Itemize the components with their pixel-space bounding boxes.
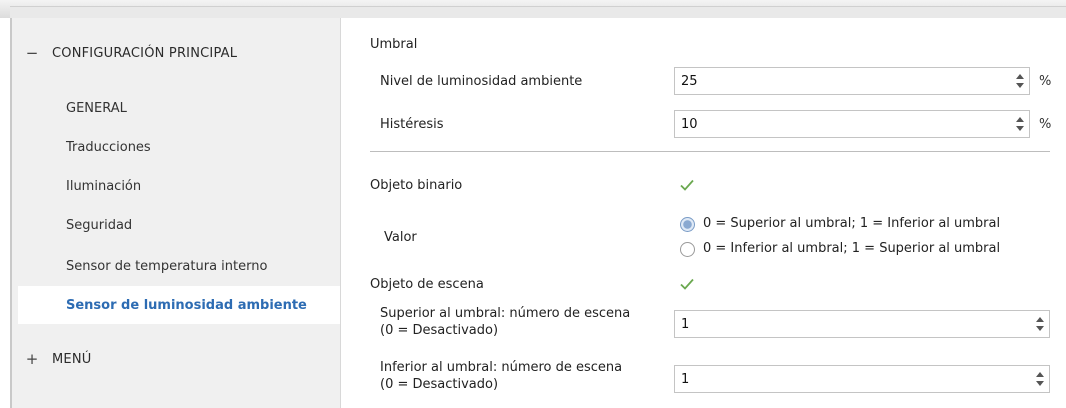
checkmark-icon [680, 278, 694, 290]
valor-option-1-label[interactable]: 0 = Superior al umbral; 1 = Inferior al … [703, 216, 1000, 231]
valor-label: Valor [384, 230, 417, 245]
sidebar-item-sensor-temperatura[interactable]: Sensor de temperatura interno [12, 247, 342, 285]
sidebar: − CONFIGURACIÓN PRINCIPAL GENERAL Traduc… [10, 18, 342, 408]
nivel-label: Nivel de luminosidad ambiente [380, 74, 583, 89]
spinner-icon[interactable] [1015, 115, 1025, 133]
sidebar-item-traducciones[interactable]: Traducciones [12, 128, 342, 166]
collapse-icon[interactable]: − [12, 44, 52, 62]
section-menu[interactable]: + MENÚ [12, 330, 342, 388]
objeto-binario-checkbox[interactable] [678, 176, 696, 194]
nivel-input[interactable]: 25 [674, 67, 1030, 95]
nivel-value: 25 [681, 74, 698, 89]
inferior-escena-input[interactable]: 1 [674, 365, 1050, 393]
sidebar-item-label: Iluminación [66, 178, 142, 194]
superior-escena-input[interactable]: 1 [674, 310, 1050, 338]
superior-label-line1: Superior al umbral: número de escena [380, 306, 631, 321]
histeresis-unit: % [1039, 117, 1052, 132]
inferior-escena-value: 1 [681, 372, 690, 387]
sidebar-item-seguridad[interactable]: Seguridad [12, 206, 342, 244]
histeresis-value: 10 [681, 117, 698, 132]
window-top-frame-inner [10, 6, 1066, 18]
superior-escena-value: 1 [681, 317, 690, 332]
sidebar-item-label: Sensor de luminosidad ambiente [66, 297, 307, 313]
valor-option-2-label[interactable]: 0 = Inferior al umbral; 1 = Superior al … [703, 241, 1000, 256]
nivel-unit: % [1039, 74, 1052, 89]
sidebar-item-label: Seguridad [66, 217, 133, 233]
checkmark-icon [680, 179, 694, 191]
spinner-icon[interactable] [1015, 72, 1025, 90]
inferior-label-line2: (0 = Desactivado) [380, 377, 499, 392]
valor-option-2-radio[interactable] [680, 242, 695, 257]
section-configuracion-principal[interactable]: − CONFIGURACIÓN PRINCIPAL [12, 24, 342, 82]
valor-option-1-radio[interactable] [680, 217, 695, 232]
objeto-binario-label: Objeto binario [370, 178, 463, 193]
sidebar-item-general[interactable]: GENERAL [12, 89, 342, 127]
section-notch [26, 72, 50, 82]
section-title: CONFIGURACIÓN PRINCIPAL [52, 45, 238, 61]
section-title: MENÚ [52, 351, 92, 367]
superior-label-line2: (0 = Desactivado) [380, 323, 499, 338]
inferior-label-line1: Inferior al umbral: número de escena [380, 360, 623, 375]
umbral-heading: Umbral [370, 37, 418, 52]
sidebar-item-iluminacion[interactable]: Iluminación [12, 167, 342, 205]
separator [370, 151, 1050, 152]
histeresis-label: Histéresis [380, 117, 444, 132]
sidebar-item-label: Sensor de temperatura interno [66, 258, 268, 274]
window-top-frame [0, 0, 1066, 18]
sidebar-item-sensor-luminosidad[interactable]: Sensor de luminosidad ambiente [18, 286, 342, 324]
spinner-icon[interactable] [1035, 315, 1045, 333]
objeto-escena-label: Objeto de escena [370, 277, 484, 292]
objeto-escena-checkbox[interactable] [678, 275, 696, 293]
spinner-icon[interactable] [1035, 370, 1045, 388]
histeresis-input[interactable]: 10 [674, 110, 1030, 138]
sidebar-item-label: Traducciones [66, 139, 151, 155]
expand-icon[interactable]: + [12, 350, 52, 368]
sidebar-item-label: GENERAL [66, 100, 127, 116]
